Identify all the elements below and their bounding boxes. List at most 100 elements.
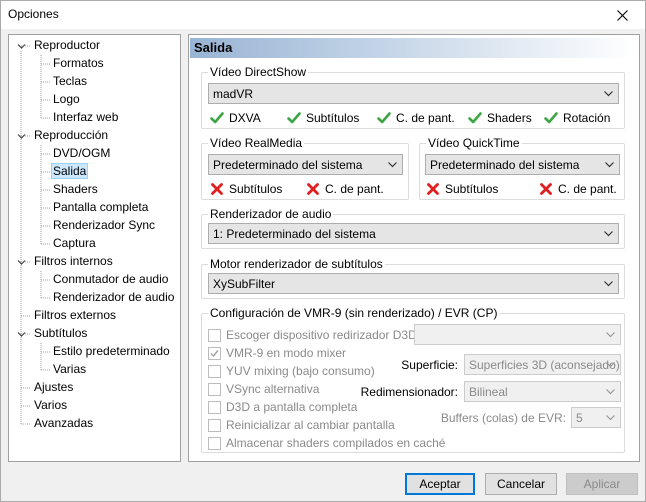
realmedia-group: Vídeo RealMedia Predeterminado del siste… bbox=[201, 136, 409, 200]
chevron-down-icon bbox=[606, 415, 615, 421]
check-icon bbox=[468, 112, 482, 124]
tree-item-label: Filtros internos bbox=[34, 254, 113, 268]
surface-select[interactable]: Superficies 3D (aconsejado) bbox=[464, 354, 621, 375]
tree-item-label: Filtros externos bbox=[34, 308, 117, 322]
check-icon bbox=[544, 112, 558, 124]
tree-item-label: Estilo predeterminado bbox=[53, 344, 170, 358]
resizer-select[interactable]: Bilineal bbox=[464, 381, 621, 402]
d3d9-device-select[interactable] bbox=[414, 324, 621, 345]
checkbox-box[interactable] bbox=[208, 401, 221, 414]
chevron-down-icon bbox=[604, 281, 613, 287]
tree-item-conmutador-de-audio[interactable]: Conmutador de audio bbox=[51, 271, 170, 288]
tree-item-captura[interactable]: Captura bbox=[51, 235, 98, 252]
tree-item-pantalla-completa[interactable]: Pantalla completa bbox=[51, 199, 150, 216]
checkbox-label: D3D a pantalla completa bbox=[226, 400, 358, 414]
tree-item-label: DVD/OGM bbox=[53, 146, 111, 160]
tree-item-renderizador-sync[interactable]: Renderizador Sync bbox=[51, 217, 157, 234]
audio-renderer-select[interactable]: 1: Predeterminado del sistema bbox=[208, 223, 619, 244]
tree-item-label: Subtítulos bbox=[34, 326, 88, 340]
surface-label: Superficie: bbox=[401, 358, 458, 372]
cancel-button[interactable]: Cancelar bbox=[485, 473, 557, 495]
realmedia-value: Predeterminado del sistema bbox=[213, 158, 363, 172]
chevron-down-icon bbox=[606, 389, 615, 395]
tree-item-dvd-ogm[interactable]: DVD/OGM bbox=[51, 145, 112, 162]
options-tree[interactable]: Reproductor Formatos Teclas Logo Interfaz we… bbox=[8, 34, 181, 462]
tree-item-reproductor[interactable]: Reproductor bbox=[32, 37, 102, 54]
tree-item-label: Teclas bbox=[53, 74, 88, 88]
tree-item-avanzadas[interactable]: Avanzadas bbox=[32, 415, 95, 432]
apply-button[interactable]: Aplicar bbox=[566, 473, 638, 495]
tree-item-interfaz-web[interactable]: Interfaz web bbox=[51, 109, 120, 126]
tree-item-label: Varias bbox=[53, 362, 87, 376]
check-icon bbox=[287, 112, 301, 124]
tree-item-label: Reproducción bbox=[34, 128, 109, 142]
chevron-down-icon[interactable] bbox=[17, 258, 26, 267]
tree-item-renderizador-de-audio[interactable]: Renderizador de audio bbox=[51, 289, 176, 306]
tree-item-label: Renderizador de audio bbox=[53, 290, 175, 304]
tree-item-label: Renderizador Sync bbox=[53, 218, 156, 232]
audio-renderer-group: Renderizador de audio 1: Predeterminado … bbox=[201, 207, 625, 249]
tree-item-label: Captura bbox=[53, 236, 96, 250]
evr-buffers-value: 5 bbox=[576, 411, 583, 425]
tree-item-subtitulos[interactable]: Subtítulos bbox=[32, 325, 89, 342]
realmedia-select[interactable]: Predeterminado del sistema bbox=[208, 154, 403, 175]
accept-button[interactable]: Aceptar bbox=[405, 473, 475, 495]
chevron-down-icon bbox=[604, 231, 613, 237]
feature-label: DXVA bbox=[229, 111, 261, 125]
checkbox-box[interactable] bbox=[208, 437, 221, 450]
cross-icon bbox=[307, 183, 319, 195]
tree-item-shaders[interactable]: Shaders bbox=[51, 181, 100, 198]
tree-item-formatos[interactable]: Formatos bbox=[51, 55, 106, 72]
evr-buffers-label: Buffers (colas) de EVR: bbox=[440, 411, 566, 425]
checkbox-box[interactable] bbox=[208, 419, 221, 432]
tree-item-label: Shaders bbox=[53, 182, 98, 196]
realmedia-title: Vídeo RealMedia bbox=[208, 136, 305, 150]
panel-title: Salida bbox=[194, 40, 233, 55]
tree-item-label: Conmutador de audio bbox=[53, 272, 169, 286]
close-button[interactable] bbox=[599, 1, 645, 29]
resizer-label: Redimensionador: bbox=[360, 385, 458, 399]
checkbox-label: VSync alternativa bbox=[226, 382, 320, 396]
chevron-down-icon bbox=[604, 91, 613, 97]
tree-item-logo[interactable]: Logo bbox=[51, 91, 82, 108]
checkbox-label: YUV mixing (bajo consumo) bbox=[226, 364, 375, 378]
tree-item-varias[interactable]: Varias bbox=[51, 361, 88, 378]
subtitle-renderer-value: XySubFilter bbox=[213, 277, 276, 291]
evr-buffers-select[interactable]: 5 bbox=[571, 407, 621, 428]
tree-item-reproduccion[interactable]: Reproducción bbox=[32, 127, 110, 144]
tree-item-label: Logo bbox=[53, 92, 80, 106]
chevron-down-icon[interactable] bbox=[17, 42, 26, 51]
tree-item-estilo-predeterminado[interactable]: Estilo predeterminado bbox=[51, 343, 172, 360]
feature-label: C. de pant. bbox=[558, 182, 617, 196]
surface-value: Superficies 3D (aconsejado) bbox=[469, 358, 620, 372]
subtitle-renderer-select[interactable]: XySubFilter bbox=[208, 273, 619, 294]
checkbox-box[interactable] bbox=[208, 365, 221, 378]
chevron-down-icon bbox=[388, 162, 397, 168]
chevron-down-icon[interactable] bbox=[17, 330, 26, 339]
checkbox-box[interactable] bbox=[208, 347, 221, 360]
subtitle-renderer-group: Motor renderizador de subtítulos XySubFi… bbox=[201, 257, 625, 299]
quicktime-select[interactable]: Predeterminado del sistema bbox=[425, 154, 620, 175]
tree-item-varios[interactable]: Varios bbox=[32, 397, 69, 414]
directshow-value: madVR bbox=[213, 87, 254, 101]
tree-item-label: Reproductor bbox=[34, 38, 101, 52]
checkbox-box[interactable] bbox=[208, 329, 221, 342]
directshow-select[interactable]: madVR bbox=[208, 83, 619, 104]
subtitle-renderer-title: Motor renderizador de subtítulos bbox=[208, 257, 385, 271]
directshow-group: Vídeo DirectShow madVR DXVA Subtítulos C. … bbox=[201, 65, 625, 129]
tree-item-ajustes[interactable]: Ajustes bbox=[32, 379, 75, 396]
tree-item-salida[interactable]: Salida bbox=[51, 163, 89, 180]
cross-icon bbox=[211, 183, 223, 195]
feature-label: Subtítulos bbox=[229, 182, 283, 196]
tree-item-teclas[interactable]: Teclas bbox=[51, 73, 89, 90]
quicktime-group: Vídeo QuickTime Predeterminado del siste… bbox=[419, 136, 625, 200]
feature-label: Subtítulos bbox=[445, 182, 499, 196]
tree-item-filtros-externos[interactable]: Filtros externos bbox=[32, 307, 118, 324]
checkbox-label: Almacenar shaders compilados en caché bbox=[226, 436, 446, 450]
panel-header: Salida bbox=[190, 38, 638, 58]
feature-label: C. de pant. bbox=[396, 111, 455, 125]
chevron-down-icon[interactable] bbox=[17, 132, 26, 141]
checkbox-box[interactable] bbox=[208, 383, 221, 396]
feature-label: Shaders bbox=[487, 111, 532, 125]
tree-item-filtros-internos[interactable]: Filtros internos bbox=[32, 253, 115, 270]
